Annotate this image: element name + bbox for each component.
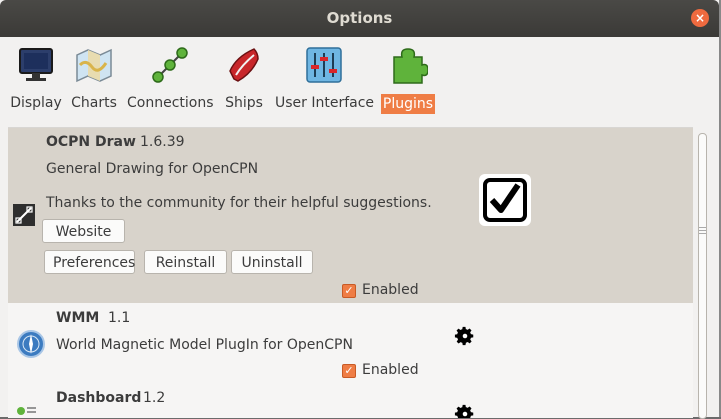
options-toolbar: Display Charts Connections Ships User In… [0, 37, 719, 122]
close-button[interactable]: × [691, 9, 709, 27]
scrollbar-grip [699, 233, 706, 234]
gear-icon [454, 404, 474, 418]
tab-plugins-label: Plugins [381, 94, 435, 114]
preferences-button[interactable]: Preferences [44, 250, 135, 274]
connections-icon [152, 47, 188, 83]
tab-charts-label: Charts [71, 95, 117, 111]
plugin-version: 1.1 [108, 310, 131, 326]
tab-ships-label: Ships [225, 95, 263, 111]
plugin-name: Dashboard [56, 390, 142, 406]
tab-charts[interactable]: Charts [70, 45, 118, 117]
plugin-details: Thanks to the community for their helpfu… [46, 195, 432, 211]
plugin-row-ocpn-draw[interactable]: OCPN Draw 1.6.39 General Drawing for Ope… [8, 128, 693, 303]
plugins-scrollbar[interactable] [695, 127, 709, 419]
plugin-description: General Drawing for OpenCPN [46, 161, 259, 177]
scrollbar-grip [699, 230, 706, 231]
website-button[interactable]: Website [42, 219, 125, 243]
plugin-name: WMM [56, 310, 100, 326]
ship-icon [229, 48, 259, 82]
plugin-description: World Magnetic Model PlugIn for OpenCPN [56, 337, 353, 353]
gear-icon [454, 326, 474, 346]
options-window: Options × Display Charts Connections Shi… [0, 0, 721, 419]
enabled-checkbox[interactable]: ✓ [342, 284, 356, 298]
tab-connections-label: Connections [127, 95, 214, 111]
puzzle-icon [393, 48, 428, 84]
tab-display-label: Display [10, 95, 62, 111]
plugin-name: OCPN Draw [46, 134, 136, 150]
tab-user-interface[interactable]: User Interface [275, 45, 375, 117]
window-title: Options [326, 9, 393, 27]
plugin-row-wmm[interactable]: WMM 1.1 World Magnetic Model PlugIn for … [8, 303, 693, 383]
tab-ships[interactable]: Ships [223, 45, 265, 117]
enabled-label: Enabled [362, 362, 419, 378]
dashboard-icon [17, 407, 36, 415]
reinstall-button[interactable]: Reinstall [144, 250, 227, 274]
enabled-checkbox[interactable]: ✓ [342, 364, 356, 378]
monitor-icon [19, 48, 53, 81]
ocpn-draw-plugin-icon [13, 204, 35, 226]
plugins-list[interactable]: OCPN Draw 1.6.39 General Drawing for Ope… [8, 127, 693, 418]
compass-icon [17, 330, 45, 358]
chart-map-icon [76, 48, 112, 83]
checkbox-checked-icon [479, 174, 531, 226]
plugin-version: 1.6.39 [140, 134, 185, 150]
tab-user-interface-label: User Interface [275, 95, 375, 111]
tab-plugins[interactable]: Plugins [381, 45, 435, 117]
sliders-icon [306, 47, 342, 83]
title-bar[interactable]: Options × [0, 0, 719, 37]
tab-display[interactable]: Display [10, 45, 62, 117]
uninstall-button[interactable]: Uninstall [231, 250, 313, 274]
plugin-version: 1.2 [143, 390, 166, 406]
scrollbar-thumb[interactable] [698, 133, 707, 419]
tab-connections[interactable]: Connections [127, 45, 214, 117]
scrollbar-grip [699, 227, 706, 228]
enabled-label: Enabled [362, 282, 419, 298]
plugin-row-dashboard[interactable]: Dashboard 1.2 [8, 383, 693, 418]
